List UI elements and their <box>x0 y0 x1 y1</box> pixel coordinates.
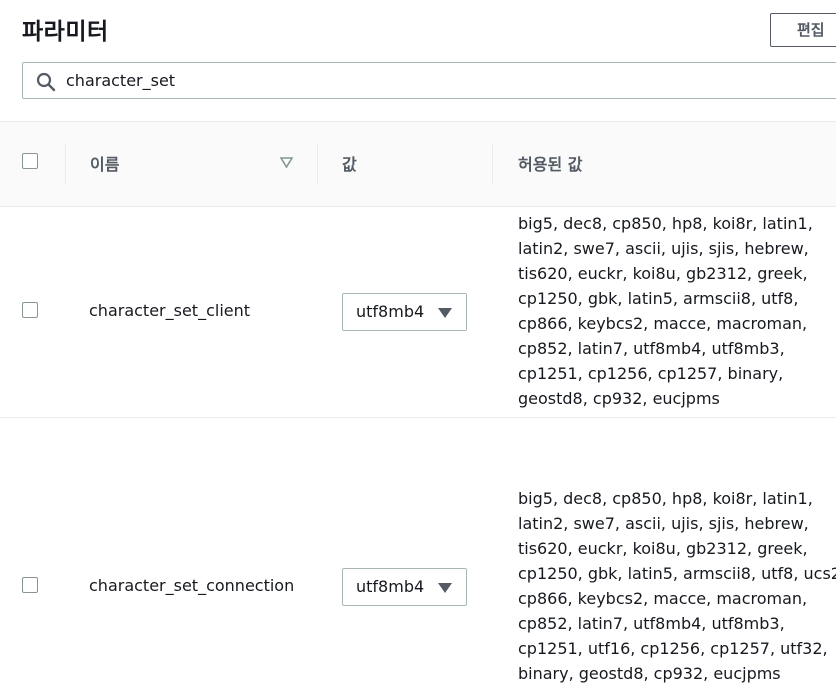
allowed-values-line: big5, dec8, cp850, hp8, koi8r, latin1, <box>518 489 813 508</box>
select-value: utf8mb4 <box>356 577 425 596</box>
allowed-values-line: binary, geostd8, cp932, eucjpms <box>518 664 781 683</box>
allowed-values-line: cp852, latin7, utf8mb4, utf8mb3, <box>518 614 785 633</box>
allowed-values-line: geostd8, cp932, eucjpms <box>518 389 720 408</box>
allowed-values-line: latin2, swe7, ascii, ujis, sjis, hebrew, <box>518 514 809 533</box>
allowed-values-line: big5, dec8, cp850, hp8, koi8r, latin1, <box>518 214 813 233</box>
allowed-values-line: latin2, swe7, ascii, ujis, sjis, hebrew, <box>518 239 809 258</box>
select-all-checkbox[interactable] <box>22 153 38 169</box>
row-checkbox[interactable] <box>22 577 38 593</box>
table-header: 이름 값 허용된 값 <box>0 121 836 207</box>
caret-down-icon <box>438 583 452 593</box>
allowed-values: big5, dec8, cp850, hp8, koi8r, latin1, l… <box>518 211 836 411</box>
column-divider <box>65 143 66 185</box>
allowed-values-line: cp1251, utf16, cp1256, cp1257, utf32, <box>518 639 828 658</box>
value-select[interactable]: utf8mb4 <box>342 568 467 606</box>
column-header-name[interactable]: 이름 <box>90 151 119 175</box>
sort-descending-icon[interactable] <box>280 157 293 168</box>
allowed-values: big5, dec8, cp850, hp8, koi8r, latin1, l… <box>518 486 836 686</box>
search-value: character_set <box>66 71 176 90</box>
column-divider <box>317 143 318 185</box>
allowed-values-line: cp1251, cp1256, cp1257, binary, <box>518 364 784 383</box>
page-title: 파라미터 <box>22 19 109 45</box>
allowed-values-line: cp852, latin7, utf8mb4, utf8mb3, <box>518 339 785 358</box>
allowed-values-line: cp1250, gbk, latin5, armscii8, utf8, ucs… <box>518 564 836 583</box>
allowed-values-line: tis620, euckr, koi8u, gb2312, greek, <box>518 539 808 558</box>
caret-down-icon <box>438 308 452 318</box>
allowed-values-line: cp866, keybcs2, macce, macroman, <box>518 314 808 333</box>
allowed-values-line: cp866, keybcs2, macce, macroman, <box>518 589 808 608</box>
parameter-name: character_set_client <box>89 301 251 320</box>
select-value: utf8mb4 <box>356 302 425 321</box>
table-row: character_set_client utf8mb4 big5, dec8,… <box>0 206 836 418</box>
column-header-value: 값 <box>342 155 357 174</box>
allowed-values-line: tis620, euckr, koi8u, gb2312, greek, <box>518 264 808 283</box>
allowed-values-line: cp1250, gbk, latin5, armscii8, utf8, <box>518 289 799 308</box>
value-select[interactable]: utf8mb4 <box>342 293 467 331</box>
row-checkbox[interactable] <box>22 302 38 318</box>
table-row: character_set_connection utf8mb4 big5, d… <box>0 418 836 686</box>
column-divider <box>492 143 493 185</box>
edit-button[interactable]: 편집 <box>770 13 836 47</box>
column-header-allowed-values: 허용된 값 <box>518 155 583 174</box>
search-input[interactable]: character_set <box>22 62 836 99</box>
search-icon <box>36 72 56 92</box>
parameter-name: character_set_connection <box>89 576 295 595</box>
